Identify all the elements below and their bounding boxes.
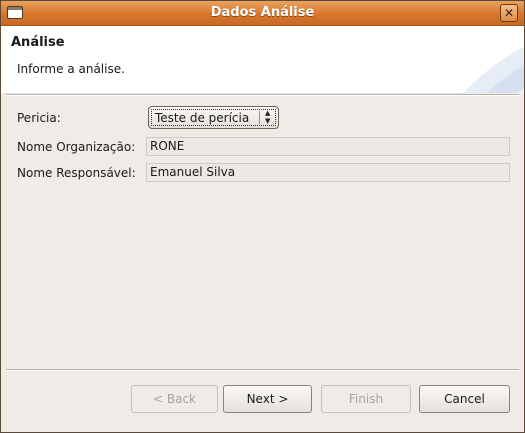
wizard-window: Dados Análise ✕ Análise Informe a anális…: [0, 0, 525, 433]
page-title: Análise: [11, 35, 65, 50]
resp-field[interactable]: Emanuel Silva: [146, 163, 510, 182]
pericia-label: Pericia:: [17, 111, 61, 125]
org-label: Nome Organização:: [17, 140, 136, 154]
close-button[interactable]: ✕: [500, 4, 518, 22]
window-title: Dados Análise: [210, 5, 315, 20]
footer-separator: [6, 369, 519, 371]
combo-divider: [259, 111, 260, 124]
cancel-button[interactable]: Cancel: [419, 385, 510, 413]
org-field[interactable]: RONE: [146, 137, 510, 156]
finish-button[interactable]: Finish: [321, 385, 411, 413]
resp-label: Nome Responsável:: [17, 166, 136, 180]
header-decoration-icon: [463, 47, 524, 93]
wizard-header: Análise Informe a análise.: [1, 26, 524, 93]
pericia-selected-value: Teste de perícia: [155, 111, 250, 125]
updown-arrows-icon: ▲ ▼: [265, 109, 271, 125]
header-separator: [6, 94, 519, 96]
next-button[interactable]: Next >: [223, 385, 312, 413]
back-button[interactable]: < Back: [131, 385, 218, 413]
title-bar[interactable]: Dados Análise ✕: [1, 1, 524, 26]
page-description: Informe a análise.: [17, 62, 125, 76]
pericia-select[interactable]: Teste de perícia ▲ ▼: [148, 106, 279, 129]
